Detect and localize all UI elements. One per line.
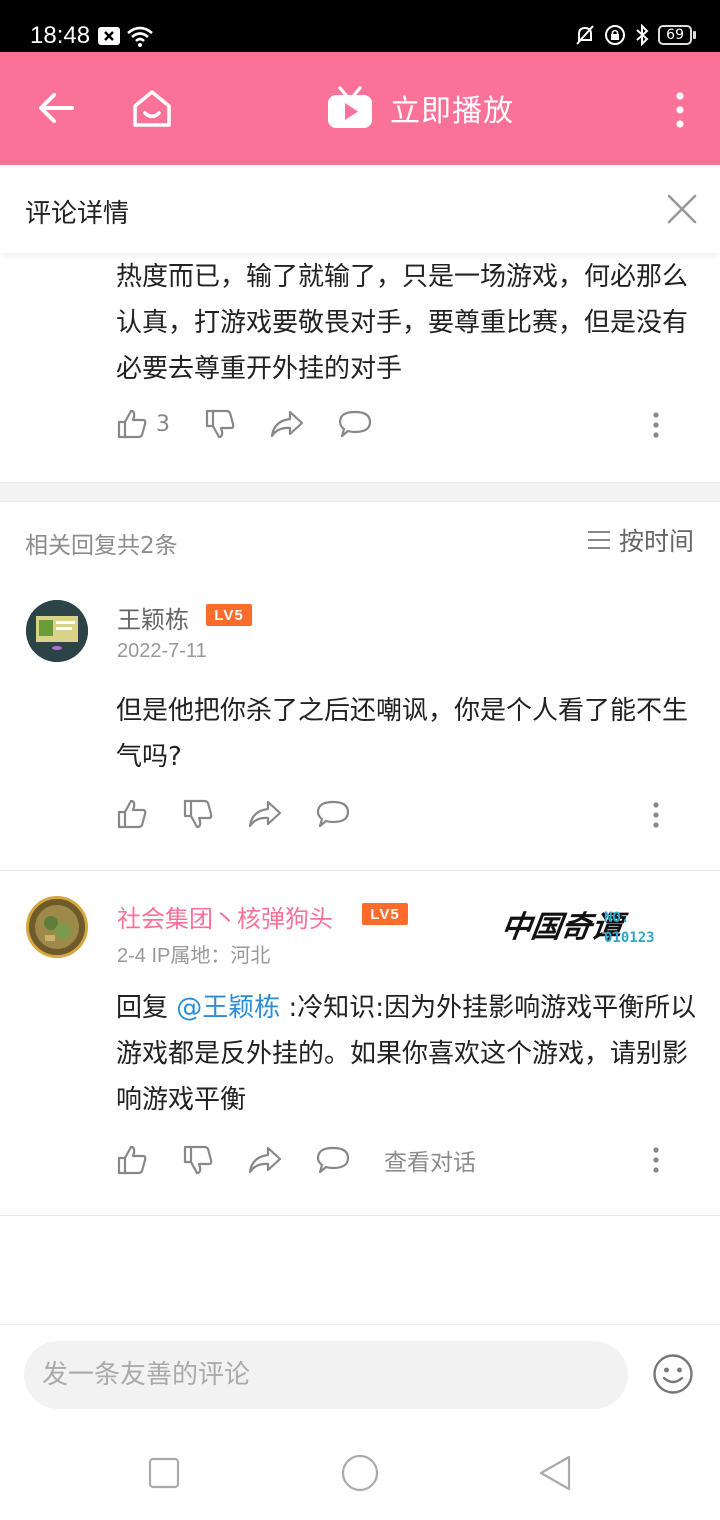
reply-username[interactable]: 王颖栋 [117,600,189,635]
reply-prefix: 回复 [116,993,177,1023]
replies-header: 相关回复共2条 按时间 [0,502,720,576]
back-nav-button[interactable] [538,1454,572,1496]
reply-text: 但是他把你杀了之后还嘲讽，你是个人看了能不生气吗? [116,696,689,772]
wifi-icon [127,26,153,47]
dislike-button[interactable] [182,1144,214,1176]
close-button[interactable] [666,193,698,229]
divider [0,870,720,871]
battery-indicator: 69 [658,25,696,45]
close-icon [667,194,697,224]
comment-bubble-icon [338,410,372,438]
sort-lines-icon [587,531,610,549]
arrow-left-icon [39,93,74,123]
share-icon [270,410,304,438]
share-button[interactable] [270,409,304,439]
level-badge: LV5 [206,604,252,626]
reply-more-button[interactable] [646,1145,666,1179]
main-comment-actions: 3 [116,408,406,440]
home-nav-button[interactable] [340,1453,380,1497]
reply-button[interactable] [316,799,350,829]
play-now-button[interactable]: 立即播放 [326,86,514,130]
reply-actions [116,798,384,830]
more-vertical-icon [653,802,659,828]
thumbs-down-icon [183,1145,213,1175]
like-count: 3 [156,411,170,437]
like-button[interactable] [116,1144,148,1176]
system-nav-bar [0,1424,720,1520]
mention-link[interactable]: @王颖栋 [176,993,280,1023]
app-bar: 立即播放 [0,52,720,165]
divider [0,1215,720,1216]
replies-count: 相关回复共2条 [25,533,178,559]
thumbs-up-icon [117,409,147,439]
thumbs-down-icon [183,799,213,829]
section-separator [0,482,720,502]
sort-label: 按时间 [618,527,694,556]
main-comment-text: 热度而已，输了就输了，只是一场游戏，何必那么认真，打游戏要敬畏对手，要尊重比赛，… [116,262,689,384]
avatar[interactable] [26,600,88,662]
reply-date: 2022-7-11 [117,640,207,662]
home-icon [133,90,171,127]
sort-by-time-button[interactable]: 按时间 [587,522,694,558]
comment-bubble-icon [316,1146,350,1174]
avatar-image [26,600,88,662]
like-button[interactable]: 3 [116,408,170,440]
reply-meta: 2-4 IP属地：河北 [117,945,271,967]
reply-button[interactable] [338,409,372,439]
reply-actions: 查看对话 [116,1143,476,1177]
view-conversation-link[interactable]: 查看对话 [384,1143,476,1177]
bluetooth-icon [636,24,649,46]
share-button[interactable] [248,1145,282,1175]
comment-more-button[interactable] [646,410,666,444]
avatar[interactable] [26,896,88,958]
emoji-smile-icon [653,1354,693,1394]
bell-muted-icon [576,25,594,45]
like-button[interactable] [116,798,148,830]
share-icon [248,1146,282,1174]
share-icon [248,800,282,828]
emoji-button[interactable] [652,1353,694,1399]
reply-text: 回复 @王颖栋 :冷知识:因为外挂影响游戏平衡所以游戏都是反外挂的。如果你喜欢这… [116,985,706,1123]
medal-no-label: NO. [604,910,630,926]
reply-button[interactable] [316,1145,350,1175]
circle-icon [341,1454,379,1492]
dislike-button[interactable] [182,798,214,830]
home-button[interactable] [130,86,174,134]
comment-bubble-icon [316,800,350,828]
more-vertical-icon [653,412,659,438]
comment-input-bar [0,1324,720,1424]
tv-play-icon [328,86,372,128]
notification-x-icon [98,27,120,45]
triangle-back-icon [539,1455,571,1491]
more-vertical-icon [653,1147,659,1173]
square-icon [148,1457,180,1489]
thumbs-down-icon [205,409,235,439]
panel-title: 评论详情 [25,199,130,229]
medal-no-value: 010123 [604,930,655,946]
reply-username[interactable]: 社会集团丶核弹狗头 [117,899,333,934]
comment-detail-header: 评论详情 [0,165,720,253]
share-button[interactable] [248,799,282,829]
play-now-label: 立即播放 [390,94,514,129]
status-time: 18:48 [30,22,91,49]
level-badge: LV5 [362,903,408,925]
thumbs-up-icon [117,799,147,829]
fan-medal: 中国奇谭 NO. 010123 [499,902,672,958]
status-bar: 18:48 69 [0,0,720,52]
thumbs-up-icon [117,1145,147,1175]
avatar-image [29,899,85,955]
more-vertical-icon [676,92,684,128]
recents-button[interactable] [148,1457,180,1493]
reply-more-button[interactable] [646,800,666,834]
lock-rotation-icon [605,25,626,45]
comment-input[interactable] [24,1341,628,1409]
more-options-button[interactable] [670,90,690,134]
back-button[interactable] [36,88,76,132]
dislike-button[interactable] [204,408,236,440]
